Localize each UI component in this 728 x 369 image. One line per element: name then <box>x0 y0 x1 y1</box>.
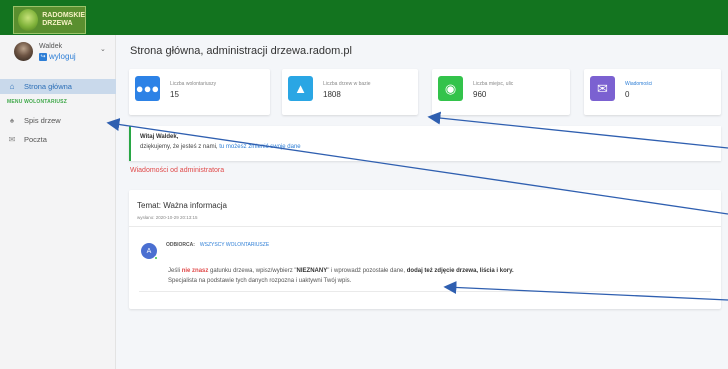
message-date: wysłano: 2020-10-29 20:13:15 <box>137 215 198 220</box>
user-name: Waldek <box>39 43 63 50</box>
stat-label: Liczba drzew w bazie <box>323 81 371 87</box>
text-highlight: dodaj też zdjęcie drzewa, liścia i kory. <box>406 268 514 274</box>
text-part: gatunku drzewa, wpisz/wybierz " <box>210 268 297 274</box>
stat-label: Liczba wolontariuszy <box>170 81 217 87</box>
sidebar-item-mail[interactable]: ✉ Poczta <box>0 133 116 146</box>
divider <box>129 226 721 227</box>
stat-value: 0 <box>625 90 630 99</box>
text-highlight: nie znasz <box>181 268 209 274</box>
message-recipient: ODBIORCA: WSZYSCY WOLONTARIUSZE <box>166 242 269 248</box>
brand-text: RADOMSKIE DRZEWA <box>42 12 85 28</box>
tree-logo-icon <box>18 9 39 31</box>
message-line-2: Specjalista na podstawie tych danych roz… <box>168 278 352 284</box>
user-avatar <box>14 42 33 61</box>
globe-book-icon: ◉ <box>438 76 463 101</box>
stat-card-messages[interactable]: ✉ Wiadomości 0 <box>584 69 721 115</box>
welcome-text: dziękujemy, że jesteś z nami, tu możesz … <box>140 144 301 150</box>
top-bar <box>0 0 728 35</box>
stat-card-places: ◉ Liczba miejsc, ulic 960 <box>432 69 570 115</box>
message-body: Jeśli nie znasz gatunku drzewa, wpisz/wy… <box>168 266 514 286</box>
sidebar-section-header: MENU WOLONTARIUSZ <box>7 99 67 105</box>
tree-icon: ▲ <box>288 76 313 101</box>
online-status-icon <box>154 256 158 260</box>
envelope-icon: ✉ <box>590 76 615 101</box>
logout-link[interactable]: ↪ wyloguj <box>39 52 76 61</box>
stat-label: Wiadomości <box>625 81 653 87</box>
tree-icon: ♠ <box>9 116 15 125</box>
stat-value: 1808 <box>323 90 341 99</box>
user-info: Waldek ↪ wyloguj <box>39 42 76 61</box>
users-icon: ●●● <box>135 76 160 101</box>
stat-value: 15 <box>170 90 179 99</box>
recipient-value[interactable]: WSZYSCY WOLONTARIUSZE <box>200 242 269 248</box>
divider <box>139 291 711 292</box>
message-topic: Temat: Ważna informacja <box>137 201 227 210</box>
user-menu-chevron-icon[interactable]: ⌄ <box>100 45 106 53</box>
sidebar-item-label: Spis drzew <box>24 116 61 125</box>
text-highlight: NIEZNANY <box>296 268 328 274</box>
sidebar-item-home[interactable]: ⌂ Strona główna <box>0 79 116 94</box>
text-part: " i wprowadź pozostałe dane, <box>327 268 406 274</box>
welcome-name: Witaj Waldek, <box>140 134 179 140</box>
sidebar-item-label: Poczta <box>24 135 47 144</box>
messages-section-title: Wiadomości od administratora <box>130 167 225 174</box>
stat-card-trees: ▲ Liczba drzew w bazie 1808 <box>282 69 418 115</box>
stat-value: 960 <box>473 90 487 99</box>
logout-icon: ↪ <box>39 52 47 61</box>
welcome-box: Witaj Waldek, dziękujemy, że jesteś z na… <box>129 126 721 161</box>
page-title: Strona główna, administracji drzewa.rado… <box>130 45 352 57</box>
brand-line-2: DRZEWA <box>42 20 73 27</box>
home-icon: ⌂ <box>9 82 15 91</box>
message-line-1: Jeśli nie znasz gatunku drzewa, wpisz/wy… <box>168 266 514 276</box>
brand-line-1: RADOMSKIE <box>42 12 85 19</box>
stat-label: Liczba miejsc, ulic <box>473 81 514 87</box>
message-card: Temat: Ważna informacja wysłano: 2020-10… <box>129 190 721 309</box>
text-part: Jeśli <box>168 268 181 274</box>
sidebar-item-label: Strona główna <box>24 82 72 91</box>
logout-label: wyloguj <box>49 52 76 61</box>
welcome-message: dziękujemy, że jesteś z nami, <box>140 144 218 150</box>
mail-icon: ✉ <box>8 135 16 144</box>
sidebar-item-tree-list[interactable]: ♠ Spis drzew <box>0 114 116 127</box>
edit-profile-link[interactable]: tu możesz zmienić swoje dane <box>219 144 300 150</box>
brand-logo[interactable]: RADOMSKIE DRZEWA <box>13 6 86 34</box>
user-panel: Waldek ↪ wyloguj <box>14 42 76 61</box>
recipient-label: ODBIORCA: <box>166 242 195 248</box>
sidebar: Waldek ↪ wyloguj ⌄ ⌂ Strona główna MENU … <box>0 35 116 369</box>
stat-card-volunteers: ●●● Liczba wolontariuszy 15 <box>129 69 270 115</box>
